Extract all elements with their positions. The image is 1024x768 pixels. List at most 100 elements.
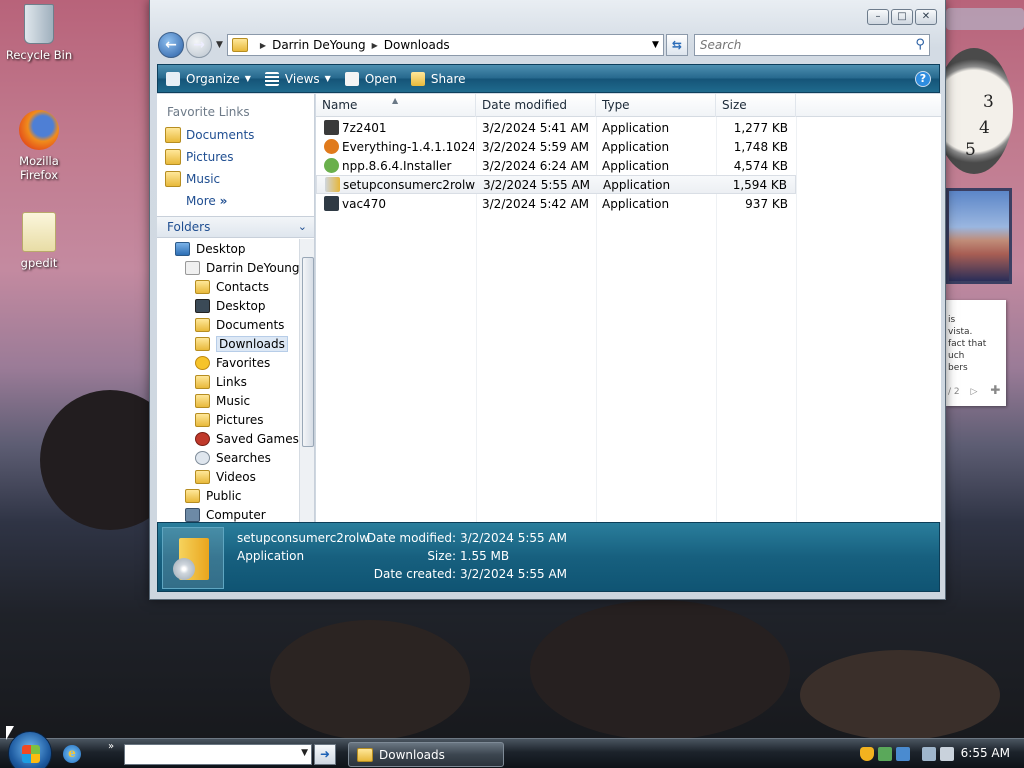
breadcrumb-separator-icon[interactable]: ▶ (372, 41, 378, 50)
tree-item-public[interactable]: Public (157, 486, 299, 505)
tree-item-downloads[interactable]: Downloads (157, 334, 299, 353)
column-divider (796, 117, 797, 522)
back-button[interactable]: ← (158, 32, 184, 58)
public-folder-icon (185, 488, 200, 503)
folder-icon (357, 747, 373, 762)
file-row[interactable]: npp.8.6.4.Installer 3/2/2024 6:24 AM App… (316, 156, 796, 175)
start-button[interactable] (8, 731, 52, 768)
tree-item-pictures[interactable]: Pictures (157, 410, 299, 429)
chevron-down-icon: ▼ (244, 74, 251, 83)
desktop-icon-recycle-bin[interactable]: Recycle Bin (1, 4, 77, 62)
file-size-cell: 1,594 KB (732, 177, 787, 192)
favorite-link-pictures[interactable]: Pictures (157, 146, 314, 168)
slideshow-gadget[interactable] (946, 188, 1012, 284)
share-button[interactable]: Share (410, 71, 466, 86)
scrollbar-thumb[interactable] (302, 257, 314, 447)
search-box[interactable]: ⚲ (693, 34, 930, 56)
file-date-cell: 3/2/2024 5:55 AM (483, 177, 591, 192)
tree-item-desktop[interactable]: Desktop (157, 239, 299, 258)
breadcrumb-downloads[interactable]: Downloads (384, 38, 450, 52)
tree-item-videos[interactable]: Videos (157, 467, 299, 486)
minimize-button[interactable]: – (867, 9, 889, 25)
details-pane: setupconsumerc2rolw Application Date mod… (157, 522, 940, 592)
tree-item-computer[interactable]: Computer (157, 505, 299, 522)
favorite-link-music[interactable]: Music (157, 168, 314, 190)
folders-header[interactable]: Folders ⌄ (157, 216, 314, 238)
explorer-window: – □ ✕ ← → ▼ ▶ Darrin DeYoung ▶ Downloads… (149, 0, 946, 600)
refresh-button[interactable]: ⇆ (665, 34, 688, 56)
search-input[interactable] (699, 38, 900, 52)
organize-button[interactable]: Organize ▼ (166, 71, 251, 86)
network-tray-icon[interactable] (896, 747, 910, 761)
file-size-cell: 937 KB (745, 196, 788, 211)
tree-item-contacts[interactable]: Contacts (157, 277, 299, 296)
file-type-cell: Application (602, 158, 670, 173)
file-row[interactable]: vac470 3/2/2024 5:42 AM Application 937 … (316, 194, 796, 213)
desktop-icon (175, 241, 190, 256)
windows-update-icon[interactable] (878, 747, 892, 761)
saved-games-icon (195, 431, 210, 446)
column-header-name[interactable]: Name ▲ (316, 94, 476, 117)
vac-icon (324, 196, 339, 211)
close-button[interactable]: ✕ (915, 9, 937, 25)
breadcrumb-user[interactable]: Darrin DeYoung (272, 38, 366, 52)
notes-page-indicator: / 2 ▷ ✚ (948, 383, 1001, 397)
network-icon[interactable] (922, 747, 936, 761)
maximize-button[interactable]: □ (891, 9, 913, 25)
next-note-icon[interactable]: ▷ (971, 387, 978, 397)
chevron-down-icon[interactable]: ▼ (301, 748, 308, 758)
volume-icon[interactable] (940, 747, 954, 761)
address-dropdown-icon[interactable]: ▼ (652, 40, 659, 50)
column-header-date-modified[interactable]: Date modified (476, 94, 596, 117)
file-date-cell: 3/2/2024 5:59 AM (482, 139, 590, 154)
desktop-icon-gpedit[interactable]: gpedit (1, 212, 77, 270)
help-icon[interactable]: ? (915, 70, 931, 87)
details-size: 1.55 MB (460, 549, 510, 563)
clock-number: 3 (983, 92, 994, 112)
background-rock (270, 620, 470, 740)
sidebar-gadget-controls[interactable] (946, 8, 1024, 30)
desktop-icon-firefox[interactable]: Mozilla Firefox (1, 110, 77, 182)
file-date-cell: 3/2/2024 6:24 AM (482, 158, 590, 173)
taskbar: e » ▼ ➜ Downloads 6:55 AM (0, 731, 1024, 768)
file-row[interactable]: setupconsumerc2rolw 3/2/2024 5:55 AM App… (316, 175, 796, 194)
tree-item-links[interactable]: Links (157, 372, 299, 391)
open-button[interactable]: Open (344, 71, 397, 86)
notes-gadget[interactable]: is vista. fact that uch bers / 2 ▷ ✚ (946, 300, 1006, 406)
quick-launch-more-icon[interactable]: » (108, 741, 114, 752)
tree-item-user[interactable]: Darrin DeYoung (157, 258, 300, 277)
navigation-pane: Favorite Links Documents Pictures Music … (157, 94, 315, 522)
taskbar-go-button[interactable]: ➜ (314, 744, 336, 765)
tree-item-favorites[interactable]: Favorites (157, 353, 299, 372)
tree-item-saved-games[interactable]: Saved Games (157, 429, 299, 448)
column-header-type[interactable]: Type (596, 94, 716, 117)
views-button[interactable]: Views ▼ (264, 71, 331, 86)
documents-folder-icon (195, 317, 210, 332)
column-header-size[interactable]: Size (716, 94, 796, 117)
tree-item-desktop-folder[interactable]: Desktop (157, 296, 299, 315)
tree-item-documents[interactable]: Documents (157, 315, 299, 334)
desktop-icon-label: gpedit (20, 256, 58, 270)
taskbar-address-input[interactable]: ▼ (124, 744, 312, 765)
favorite-link-documents[interactable]: Documents (157, 124, 314, 146)
search-icon[interactable]: ⚲ (915, 37, 925, 52)
breadcrumb-separator-icon[interactable]: ▶ (260, 41, 266, 50)
folder-tree-scrollbar[interactable] (299, 239, 314, 522)
address-bar[interactable]: ▶ Darrin DeYoung ▶ Downloads ▼ (226, 34, 664, 56)
more-links-button[interactable]: More » (157, 190, 314, 212)
file-row[interactable]: Everything-1.4.1.1024.x... 3/2/2024 5:59… (316, 137, 796, 156)
internet-explorer-icon[interactable]: e (63, 745, 81, 763)
file-row[interactable]: 7z2401 3/2/2024 5:41 AM Application 1,27… (316, 118, 796, 137)
file-type-cell: Application (603, 177, 671, 192)
tree-item-searches[interactable]: Searches (157, 448, 299, 467)
tree-item-music[interactable]: Music (157, 391, 299, 410)
taskbar-clock[interactable]: 6:55 AM (961, 746, 1010, 760)
add-note-icon[interactable]: ✚ (990, 383, 1000, 397)
security-shield-icon[interactable] (860, 747, 874, 761)
recent-pages-dropdown-icon[interactable]: ▼ (216, 40, 223, 50)
forward-button[interactable]: → (186, 32, 212, 58)
chevron-down-icon: ⌄ (297, 220, 307, 233)
file-type-cell: Application (602, 196, 670, 211)
music-folder-icon (195, 393, 210, 408)
taskbar-window-downloads[interactable]: Downloads (348, 742, 504, 767)
